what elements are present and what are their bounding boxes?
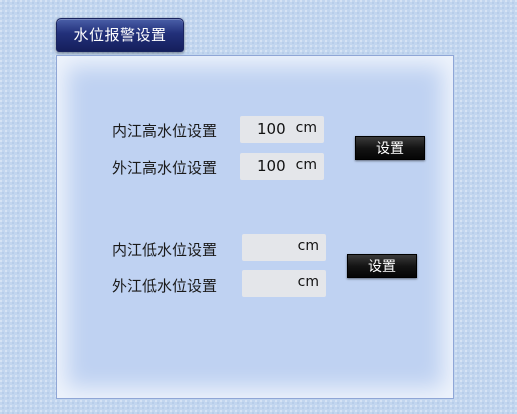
inner-low-water-label: 内江低水位设置 <box>112 241 218 259</box>
page-title: 水位报警设置 <box>56 18 184 52</box>
outer-high-water-label: 外江高水位设置 <box>112 159 218 177</box>
inner-high-water-unit: cm <box>295 120 317 136</box>
inner-high-water-input[interactable]: 100 cm <box>240 116 324 143</box>
inner-low-water-input[interactable]: cm <box>242 234 326 261</box>
settings-panel <box>56 55 454 399</box>
outer-low-water-label: 外江低水位设置 <box>112 277 218 295</box>
inner-high-water-value: 100 <box>257 120 286 138</box>
outer-low-water-unit: cm <box>297 274 319 290</box>
outer-high-water-value: 100 <box>257 157 286 175</box>
outer-high-water-unit: cm <box>295 157 317 173</box>
set-low-water-button[interactable]: 设置 <box>347 254 417 278</box>
inner-high-water-label: 内江高水位设置 <box>112 122 218 140</box>
inner-low-water-unit: cm <box>297 238 319 254</box>
outer-low-water-input[interactable]: cm <box>242 270 326 297</box>
outer-high-water-input[interactable]: 100 cm <box>240 153 324 180</box>
set-high-water-button[interactable]: 设置 <box>355 136 425 160</box>
